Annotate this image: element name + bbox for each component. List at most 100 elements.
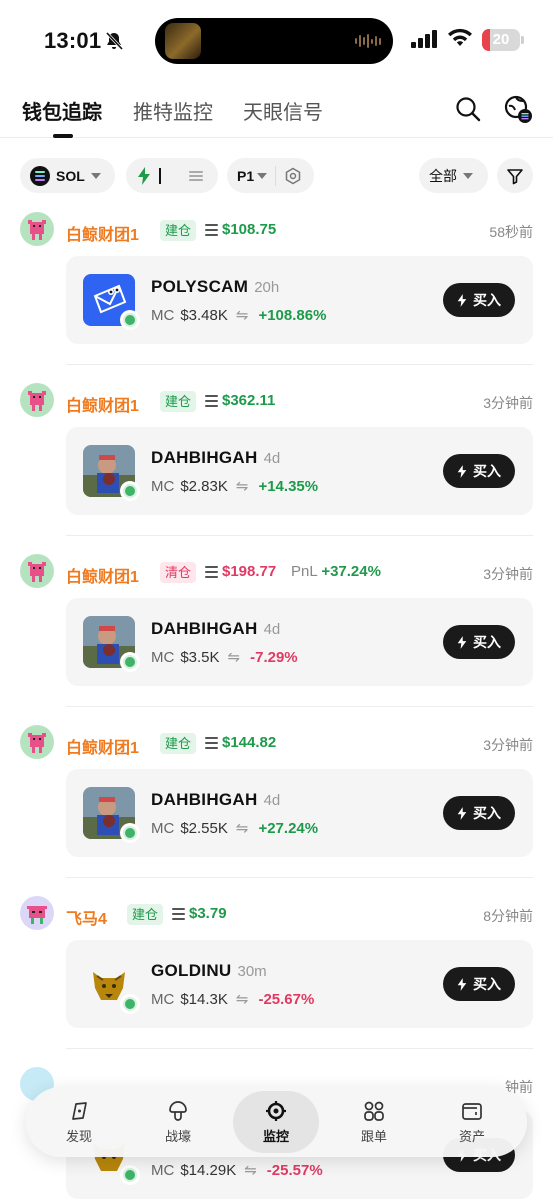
scope-label: 全部: [429, 167, 457, 184]
market-cap-row: MC $2.55K ⇋ +27.24%: [151, 819, 319, 838]
nav-discover[interactable]: 发现: [38, 1087, 120, 1157]
market-cap: $14.3K: [180, 990, 228, 1008]
price-change: -25.67%: [258, 990, 315, 1008]
swap-arrows-icon: ⇋: [227, 649, 241, 666]
chain-label: SOL: [56, 167, 85, 184]
dex-badge-icon: [120, 310, 140, 330]
feed-item[interactable]: 白鲸财团1 建仓 $108.75 58秒前 POLYSCAM 20h MC $3.…: [0, 200, 553, 371]
buy-button[interactable]: 买入: [443, 454, 515, 488]
time-ago: 58秒前: [489, 224, 533, 240]
profile-settings-icon[interactable]: [503, 94, 533, 124]
mushroom-icon: [169, 1100, 187, 1121]
nav-assets[interactable]: 资产: [431, 1087, 513, 1157]
feed-item[interactable]: 白鲸财团1 建仓 $144.82 3分钟前 DAHBIHGAH 4d MC $2.…: [0, 713, 553, 884]
price-change: -7.29%: [250, 648, 298, 666]
amount-stack-icon: [205, 393, 218, 408]
price-change: +108.86%: [258, 306, 327, 324]
search-icon[interactable]: [455, 96, 481, 122]
nav-trenches[interactable]: 战壕: [137, 1087, 219, 1157]
tab-twitter-monitor[interactable]: 推特监控: [133, 96, 213, 125]
time-ago: 8分钟前: [483, 908, 533, 924]
buy-button[interactable]: 买入: [443, 625, 515, 659]
target-icon: [266, 1100, 286, 1121]
nav-copy-trade[interactable]: 跟单: [333, 1087, 415, 1157]
buy-button[interactable]: 买入: [443, 283, 515, 317]
feed-item[interactable]: 飞马4 建仓 $3.79 8分钟前 GOLDINU 30m MC $14.3K ⇋…: [0, 884, 553, 1055]
wallet-name[interactable]: 白鲸财团1: [66, 392, 139, 416]
token-card[interactable]: POLYSCAM 20h MC $3.48K ⇋ +108.86% 买入: [66, 256, 533, 344]
buy-button[interactable]: 买入: [443, 967, 515, 1001]
active-tab-indicator: [53, 134, 73, 138]
battery-level: 20: [492, 31, 510, 48]
token-card[interactable]: DAHBIHGAH 4d MC $2.55K ⇋ +27.24% 买入: [66, 769, 533, 857]
nav-label: 跟单: [360, 1128, 387, 1144]
lightning-icon: [138, 166, 150, 185]
wallet-name[interactable]: 飞马4: [66, 905, 107, 929]
action-tag: 建仓: [160, 220, 197, 241]
token-name: GOLDINU 30m: [151, 961, 267, 980]
solana-icon: [30, 165, 50, 186]
lightning-icon: [457, 806, 467, 820]
wallet-avatar[interactable]: [20, 896, 54, 930]
time-ago: 3分钟前: [483, 566, 533, 582]
caret-down-icon: [463, 172, 473, 179]
action-tag: 建仓: [160, 733, 197, 754]
wallet-avatar[interactable]: [20, 383, 54, 417]
market-cap-row: MC $3.5K ⇋ -7.29%: [151, 648, 298, 667]
lightning-icon: [457, 977, 467, 991]
feed-item[interactable]: 白鲸财团1 清仓 $198.77 PnL +37.24% 3分钟前 DAHBIH…: [0, 542, 553, 713]
settings-hex-icon[interactable]: [284, 167, 302, 185]
tab-sky-eye-signal[interactable]: 天眼信号: [243, 96, 323, 125]
swap-arrows-icon: ⇋: [235, 478, 249, 495]
market-cap: $3.48K: [180, 306, 228, 324]
scope-filter[interactable]: 全部: [419, 158, 488, 193]
bell-muted-icon: [105, 31, 124, 51]
price-change: +14.35%: [258, 477, 319, 495]
trade-amount: $144.82: [205, 734, 276, 751]
divider: [66, 535, 533, 536]
dex-badge-icon: [120, 1165, 140, 1185]
buy-button[interactable]: 买入: [443, 796, 515, 830]
divider: [66, 706, 533, 707]
token-card[interactable]: DAHBIHGAH 4d MC $3.5K ⇋ -7.29% 买入: [66, 598, 533, 686]
token-age: 4d: [263, 621, 281, 638]
feed-item[interactable]: 白鲸财团1 建仓 $362.11 3分钟前 DAHBIHGAH 4d MC $2.…: [0, 371, 553, 542]
lightning-icon: [457, 635, 467, 649]
dynamic-island[interactable]: [155, 18, 393, 64]
time-ago: 3分钟前: [483, 737, 533, 753]
nav-monitor[interactable]: 监控: [233, 1091, 319, 1153]
wallet-avatar[interactable]: [20, 554, 54, 588]
wallet-avatar[interactable]: [20, 725, 54, 759]
text-cursor: [159, 167, 161, 184]
trade-amount: $198.77: [205, 563, 276, 580]
clock: 13:01: [44, 28, 102, 53]
chain-selector[interactable]: SOL: [20, 158, 115, 193]
token-card[interactable]: GOLDINU 30m MC $14.3K ⇋ -25.67% 买入: [66, 940, 533, 1028]
token-name: DAHBIHGAH 4d: [151, 790, 281, 809]
tab-wallet-tracking[interactable]: 钱包追踪: [22, 96, 102, 125]
filter-button[interactable]: [497, 158, 533, 193]
token-age: 30m: [237, 963, 267, 980]
bottom-nav: 发现 战壕 监控 跟单 资产: [26, 1087, 527, 1157]
trade-amount: $3.79: [172, 905, 227, 922]
quick-buy-settings[interactable]: [126, 158, 218, 193]
nav-label: 资产: [458, 1128, 485, 1144]
divider: [66, 1048, 533, 1049]
swap-arrows-icon: ⇋: [235, 820, 249, 837]
wallet-name[interactable]: 白鲸财团1: [66, 563, 139, 587]
price-change: -25.57%: [266, 1161, 323, 1179]
funnel-icon: [507, 168, 523, 184]
wallet-avatar[interactable]: [20, 212, 54, 246]
compass-icon: [72, 1101, 87, 1120]
divider: [66, 364, 533, 365]
wallet-name[interactable]: 白鲸财团1: [66, 734, 139, 758]
price-change: +27.24%: [258, 819, 319, 837]
wallet-name[interactable]: 白鲸财团1: [66, 221, 139, 245]
token-card[interactable]: DAHBIHGAH 4d MC $2.83K ⇋ +14.35% 买入: [66, 427, 533, 515]
action-tag: 建仓: [127, 904, 164, 925]
swap-arrows-icon: ⇋: [235, 991, 249, 1008]
token-name: DAHBIHGAH 4d: [151, 619, 281, 638]
token-name: DAHBIHGAH 4d: [151, 448, 281, 467]
token-age: 4d: [263, 792, 281, 809]
preset-selector[interactable]: P1: [227, 158, 314, 193]
